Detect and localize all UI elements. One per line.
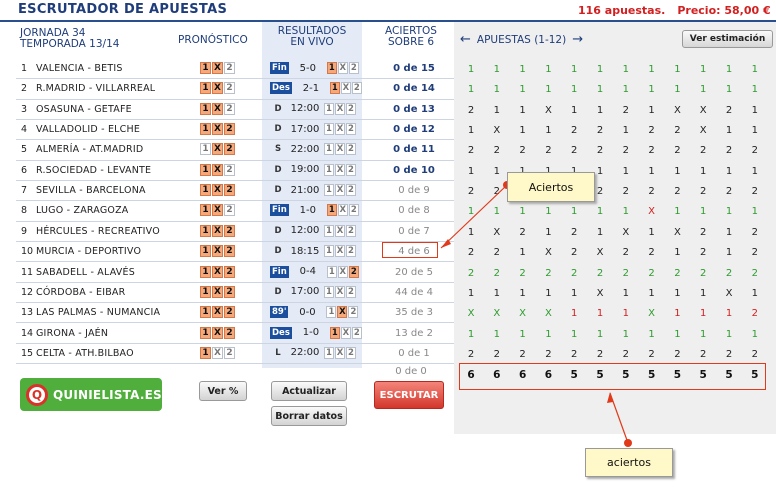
arrow-dot-bottom bbox=[624, 439, 632, 447]
callout-aciertos-totals: aciertos bbox=[585, 448, 673, 477]
arrow-to-totals bbox=[609, 392, 629, 444]
arrow-to-aciertos bbox=[440, 184, 508, 249]
callout-aciertos: Aciertos bbox=[507, 172, 595, 202]
annotation-arrows bbox=[440, 181, 632, 447]
